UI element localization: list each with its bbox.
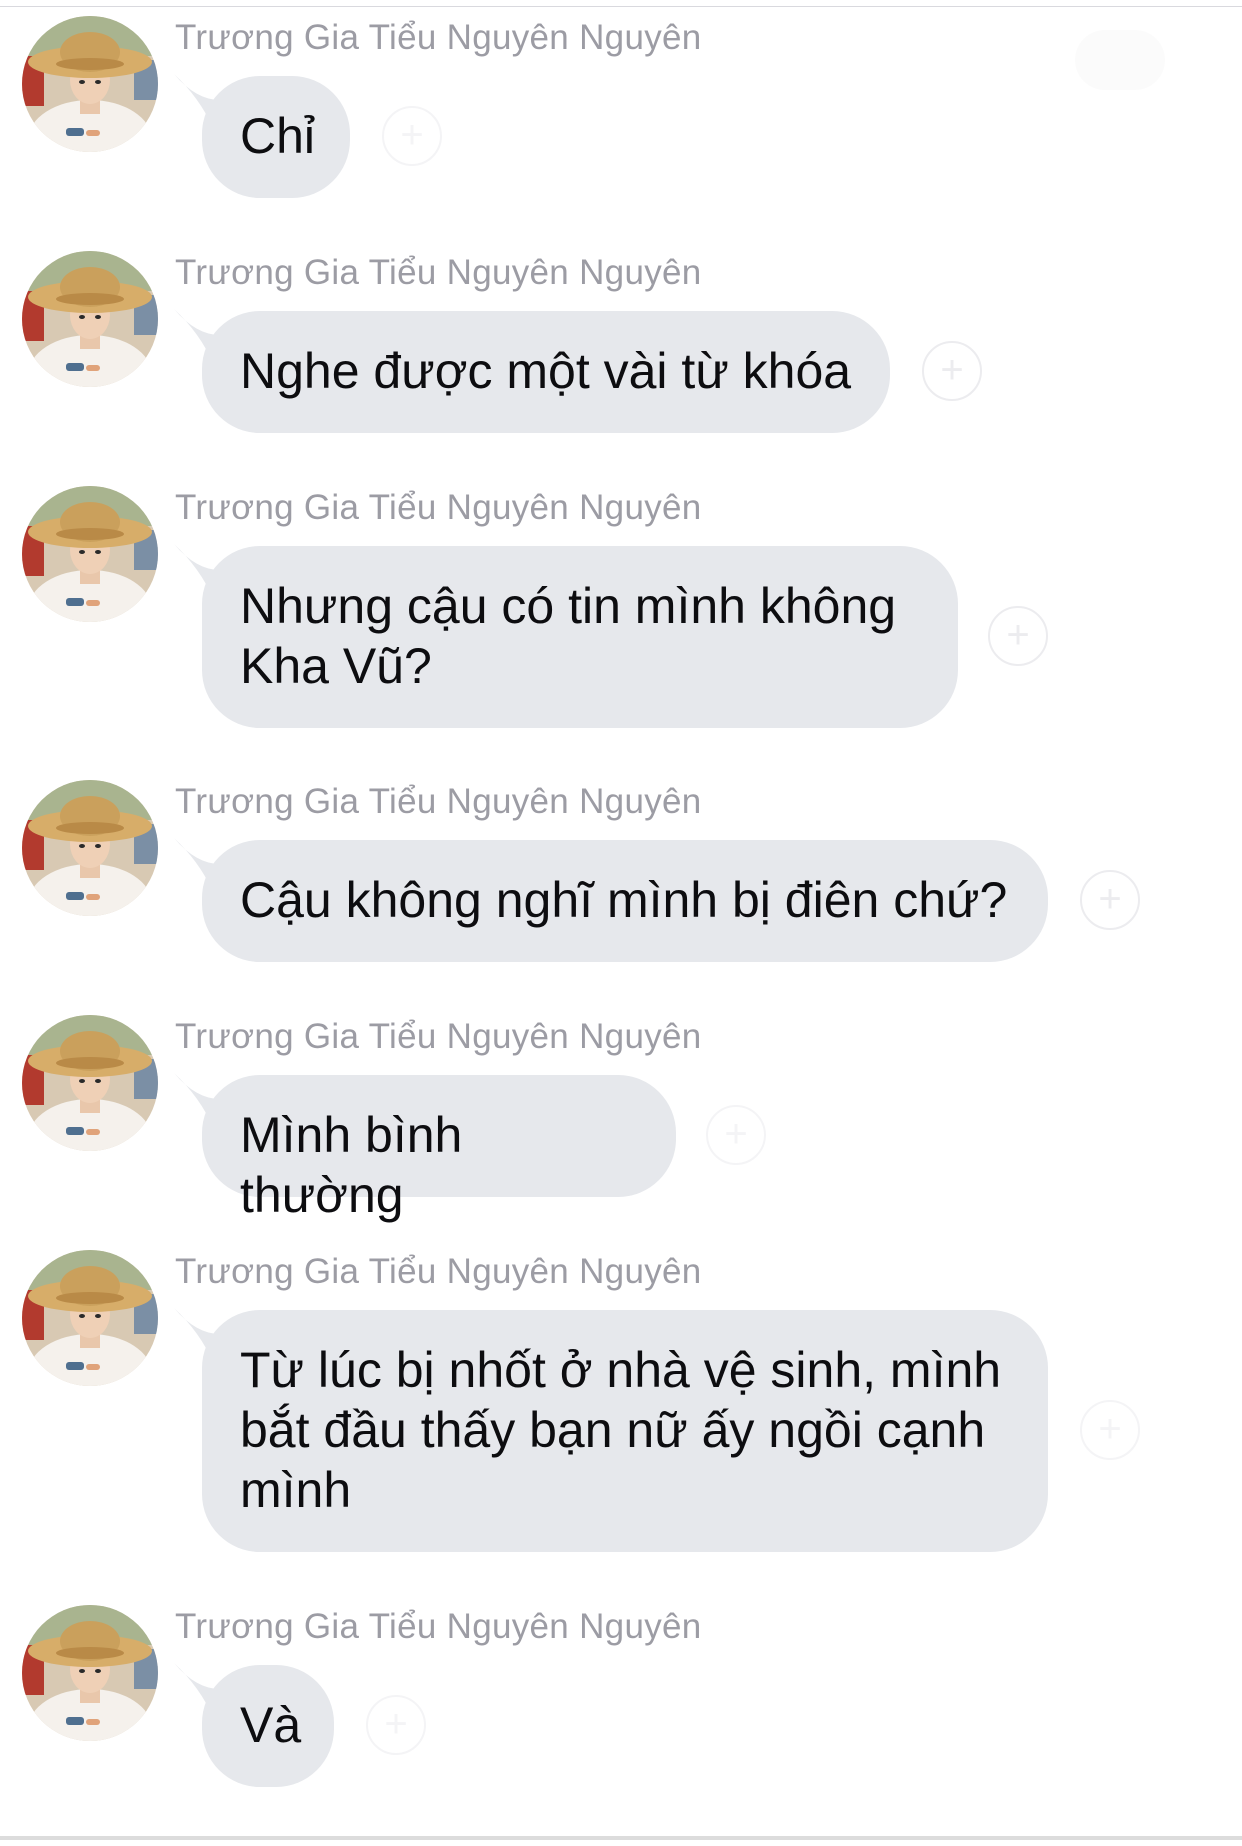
- message-text-line: bắt đầu thấy bạn nữ ấy ngồi cạnh: [240, 1402, 986, 1458]
- avatar[interactable]: [22, 251, 158, 387]
- message-text-line: Nhưng cậu có tin mình không: [240, 578, 897, 634]
- message-text: Cậu không nghĩ mình bị điên chứ?: [240, 872, 1008, 928]
- avatar[interactable]: [22, 1605, 158, 1741]
- message-bubble[interactable]: Nghe được một vài từ khóa: [202, 311, 890, 433]
- avatar[interactable]: [22, 780, 158, 916]
- sender-name: Trương Gia Tiểu Nguyên Nguyên: [175, 1017, 702, 1056]
- sender-name: Trương Gia Tiểu Nguyên Nguyên: [175, 18, 702, 57]
- avatar[interactable]: [22, 486, 158, 622]
- message-text: Chỉ: [240, 108, 316, 164]
- message-bubble[interactable]: Từ lúc bị nhốt ở nhà vệ sinh, mình bắt đ…: [202, 1310, 1048, 1552]
- message-text: Mình bình thường: [240, 1107, 463, 1223]
- sender-name: Trương Gia Tiểu Nguyên Nguyên: [175, 1252, 702, 1291]
- message-bubble[interactable]: Nhưng cậu có tin mình không Kha Vũ?: [202, 546, 958, 728]
- plus-circle-icon[interactable]: +: [366, 1695, 426, 1755]
- sender-name: Trương Gia Tiểu Nguyên Nguyên: [175, 253, 702, 292]
- sender-name: Trương Gia Tiểu Nguyên Nguyên: [175, 782, 702, 821]
- plus-circle-icon[interactable]: +: [1080, 1400, 1140, 1460]
- avatar[interactable]: [22, 16, 158, 152]
- plus-circle-icon[interactable]: +: [1080, 870, 1140, 930]
- sender-name: Trương Gia Tiểu Nguyên Nguyên: [175, 488, 702, 527]
- avatar[interactable]: [22, 1015, 158, 1151]
- bottom-divider: [0, 1836, 1242, 1840]
- message-bubble[interactable]: Cậu không nghĩ mình bị điên chứ?: [202, 840, 1048, 962]
- message-bubble[interactable]: Chỉ: [202, 76, 350, 198]
- message-bubble[interactable]: Mình bình thường: [202, 1075, 676, 1223]
- message-text-line: Kha Vũ?: [240, 638, 432, 694]
- sender-name: Trương Gia Tiểu Nguyên Nguyên: [175, 1607, 702, 1646]
- message-text-line: mình: [240, 1462, 352, 1518]
- faint-overlay-button: [1075, 30, 1165, 90]
- plus-circle-icon[interactable]: +: [706, 1105, 766, 1165]
- message-text-line: Từ lúc bị nhốt ở nhà vệ sinh, mình: [240, 1342, 1002, 1398]
- plus-circle-icon[interactable]: +: [988, 606, 1048, 666]
- message-text: Nghe được một vài từ khóa: [240, 343, 852, 399]
- message-bubble[interactable]: Và: [202, 1665, 334, 1787]
- plus-circle-icon[interactable]: +: [382, 106, 442, 166]
- plus-circle-icon[interactable]: +: [922, 341, 982, 401]
- top-divider: [0, 6, 1242, 7]
- avatar[interactable]: [22, 1250, 158, 1386]
- message-text: Và: [240, 1697, 302, 1753]
